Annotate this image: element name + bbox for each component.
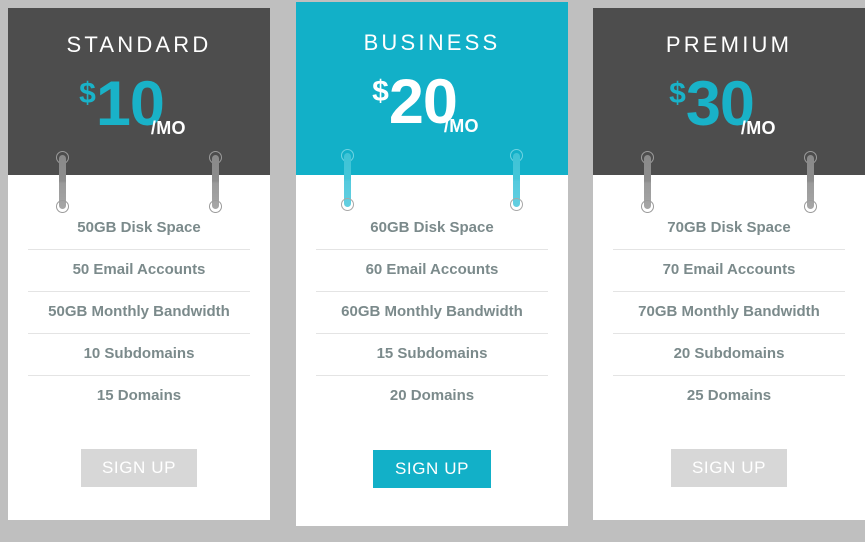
pin-ornament-right <box>209 151 222 213</box>
feature-item: 70 Email Accounts <box>593 249 865 291</box>
plan-title: PREMIUM <box>665 32 793 57</box>
card-header-premium: PREMIUM $30/MO <box>593 8 865 175</box>
plan-price: $30/MO <box>593 73 865 138</box>
feature-item: 50GB Monthly Bandwidth <box>8 291 270 333</box>
feature-item: 15 Subdomains <box>296 333 568 375</box>
feature-item: 50GB Disk Space <box>77 219 201 236</box>
feature-item: 60GB Monthly Bandwidth <box>296 291 568 333</box>
plan-price: $20/MO <box>296 71 568 136</box>
feature-item: 20 Subdomains <box>593 333 865 375</box>
feature-item: 15 Domains <box>8 375 270 417</box>
pricing-card-standard[interactable]: STANDARD $10/MO 50GB Disk Space 50 Email… <box>8 8 270 520</box>
signup-area: SIGN UP <box>593 449 865 487</box>
plan-price: $10/MO <box>8 73 270 138</box>
feature-item: 70GB Disk Space <box>667 219 791 236</box>
feature-list: 70GB Disk Space 70 Email Accounts 70GB M… <box>593 175 865 417</box>
pin-ring-bottom-icon <box>510 198 523 211</box>
pin-ornament-left <box>56 151 69 213</box>
pin-ring-bottom-icon <box>641 200 654 213</box>
pin-ornament-left <box>341 149 354 211</box>
feature-list: 50GB Disk Space 50 Email Accounts 50GB M… <box>8 175 270 417</box>
pin-ornament-right <box>804 151 817 213</box>
pin-ring-bottom-icon <box>804 200 817 213</box>
feature-item: 10 Subdomains <box>8 333 270 375</box>
price-currency: $ <box>79 77 96 110</box>
price-period: /MO <box>740 118 776 138</box>
feature-item: 60 Email Accounts <box>296 249 568 291</box>
price-period: /MO <box>443 116 479 136</box>
feature-list: 60GB Disk Space 60 Email Accounts 60GB M… <box>296 175 568 417</box>
feature-item: 70GB Monthly Bandwidth <box>593 291 865 333</box>
plan-title: STANDARD <box>66 32 212 57</box>
price-currency: $ <box>372 75 389 108</box>
feature-item: 25 Domains <box>593 375 865 417</box>
signup-area: SIGN UP <box>8 449 270 487</box>
pin-ornament-right <box>510 149 523 211</box>
pricing-card-premium[interactable]: PREMIUM $30/MO 70GB Disk Space 70 Email … <box>593 8 865 520</box>
feature-item: 20 Domains <box>296 375 568 417</box>
signup-area: SIGN UP <box>296 450 568 488</box>
signup-button[interactable]: SIGN UP <box>373 450 491 488</box>
pricing-card-business[interactable]: BUSINESS $20/MO 60GB Disk Space 60 Email… <box>296 2 568 526</box>
plan-title: BUSINESS <box>363 30 501 55</box>
signup-button[interactable]: SIGN UP <box>81 449 197 487</box>
signup-button[interactable]: SIGN UP <box>671 449 787 487</box>
price-currency: $ <box>669 77 686 110</box>
pricing-table: STANDARD $10/MO 50GB Disk Space 50 Email… <box>0 0 865 542</box>
card-header-standard: STANDARD $10/MO <box>8 8 270 175</box>
pin-ornament-left <box>641 151 654 213</box>
price-period: /MO <box>150 118 186 138</box>
feature-item: 50 Email Accounts <box>8 249 270 291</box>
pin-ring-bottom-icon <box>56 200 69 213</box>
pin-ring-bottom-icon <box>341 198 354 211</box>
feature-item: 60GB Disk Space <box>370 219 494 236</box>
card-header-business: BUSINESS $20/MO <box>296 2 568 175</box>
pin-ring-bottom-icon <box>209 200 222 213</box>
